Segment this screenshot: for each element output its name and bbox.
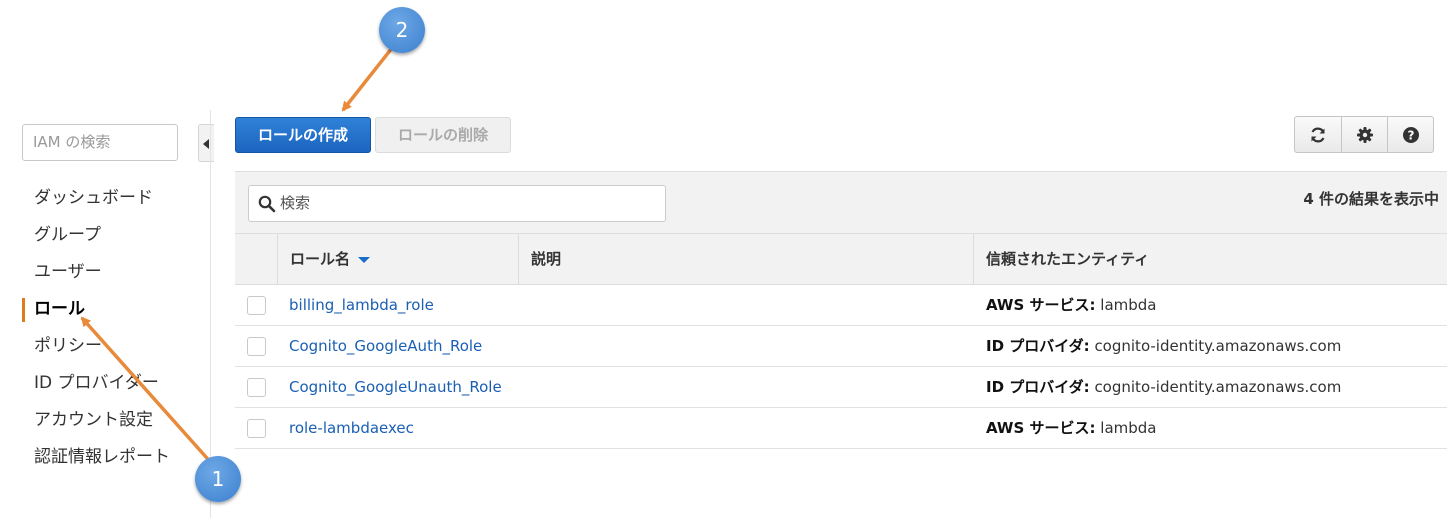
trusted-entity-value: cognito-identity.amazonaws.com (1094, 337, 1342, 355)
sidebar-collapse-button[interactable] (198, 124, 214, 162)
role-name-link[interactable]: billing_lambda_role (289, 285, 434, 325)
sort-desc-icon (358, 256, 371, 263)
help-button[interactable]: ? (1387, 117, 1433, 152)
result-count: 4 件の結果を表示中 (1303, 190, 1439, 208)
table-row: Cognito_GoogleAuth_Role ID プロバイダ: cognit… (235, 326, 1447, 367)
search-icon (258, 195, 276, 213)
row-checkbox[interactable] (247, 296, 266, 315)
column-label: ロール名 (290, 250, 351, 268)
trusted-entity: AWS サービス: lambda (986, 285, 1157, 325)
sidebar-item-dashboard[interactable]: ダッシュボード (22, 180, 170, 217)
table-header: ロール名 説明 信頼されたエンティティ (235, 234, 1447, 285)
column-role-name[interactable]: ロール名 (277, 234, 518, 284)
role-name-link[interactable]: Cognito_GoogleUnauth_Role (289, 367, 502, 407)
table-row: billing_lambda_role AWS サービス: lambda (235, 285, 1447, 326)
refresh-button[interactable] (1295, 117, 1341, 152)
search-placeholder: 検索 (280, 194, 311, 212)
role-name-link[interactable]: Cognito_GoogleAuth_Role (289, 326, 482, 366)
row-checkbox[interactable] (247, 378, 266, 397)
sidebar-item-credential-report[interactable]: 認証情報レポート (22, 439, 170, 476)
column-description[interactable]: 説明 (518, 234, 973, 284)
sidebar-item-users[interactable]: ユーザー (22, 254, 170, 291)
table-row: role-lambdaexec AWS サービス: lambda (235, 408, 1447, 449)
trusted-entity-type: ID プロバイダ: (986, 337, 1090, 355)
column-trusted-entity[interactable]: 信頼されたエンティティ (973, 234, 1447, 284)
settings-button[interactable] (1341, 117, 1387, 152)
trusted-entity-value: lambda (1100, 296, 1157, 314)
row-checkbox[interactable] (247, 337, 266, 356)
annotation-arrow-2 (341, 46, 394, 112)
filter-bar: 検索 4 件の結果を表示中 (235, 171, 1447, 234)
help-icon: ? (1402, 126, 1419, 143)
trusted-entity-value: lambda (1100, 419, 1157, 437)
toolbar-icon-group: ? (1294, 116, 1434, 153)
annotation-badge-2: 2 (379, 7, 425, 53)
svg-text:?: ? (1407, 128, 1414, 142)
refresh-icon (1311, 127, 1325, 142)
gear-icon (1356, 126, 1373, 143)
sidebar-nav: ダッシュボード グループ ユーザー ロール ポリシー ID プロバイダー アカウ… (22, 180, 170, 476)
iam-search-input[interactable]: IAM の検索 (22, 124, 178, 161)
sidebar-item-groups[interactable]: グループ (22, 217, 170, 254)
annotation-badge-1: 1 (195, 456, 241, 502)
row-checkbox[interactable] (247, 419, 266, 438)
trusted-entity-value: cognito-identity.amazonaws.com (1094, 378, 1342, 396)
sidebar-item-id-providers[interactable]: ID プロバイダー (22, 365, 170, 402)
trusted-entity-type: ID プロバイダ: (986, 378, 1090, 396)
trusted-entity: AWS サービス: lambda (986, 408, 1157, 448)
trusted-entity: ID プロバイダ: cognito-identity.amazonaws.com (986, 326, 1341, 366)
trusted-entity: ID プロバイダ: cognito-identity.amazonaws.com (986, 367, 1341, 407)
trusted-entity-type: AWS サービス: (986, 419, 1096, 437)
table-row: Cognito_GoogleUnauth_Role ID プロバイダ: cogn… (235, 367, 1447, 408)
trusted-entity-type: AWS サービス: (986, 296, 1096, 314)
role-name-link[interactable]: role-lambdaexec (289, 408, 414, 448)
create-role-button[interactable]: ロールの作成 (235, 117, 371, 153)
sidebar-item-policies[interactable]: ポリシー (22, 328, 170, 365)
sidebar-item-account-settings[interactable]: アカウント設定 (22, 402, 170, 439)
role-search-input[interactable]: 検索 (248, 185, 666, 222)
sidebar-item-roles[interactable]: ロール (22, 291, 170, 328)
delete-role-button[interactable]: ロールの削除 (375, 117, 511, 153)
